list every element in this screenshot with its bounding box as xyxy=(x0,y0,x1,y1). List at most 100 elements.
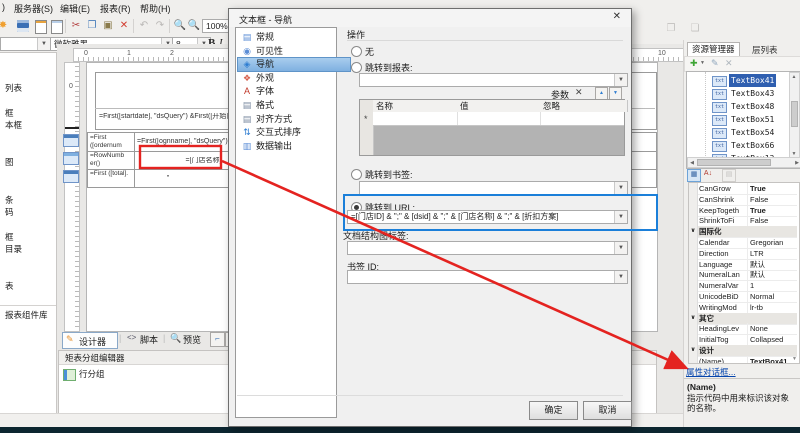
menu-item[interactable]: 编辑(E) xyxy=(60,2,90,15)
tree-item-TextBox48[interactable]: txtTextBox48 xyxy=(688,100,788,113)
toolbox-item[interactable]: 图 xyxy=(5,156,14,168)
grid-scroll-down-icon[interactable]: ▼ xyxy=(791,356,798,362)
toolbox-item[interactable]: 框 xyxy=(5,231,14,243)
redo-button[interactable]: ↷ xyxy=(153,19,167,33)
toolbox-item[interactable]: 目录 xyxy=(5,243,22,255)
tree-item-TextBox66[interactable]: txtTextBox66 xyxy=(688,139,788,152)
table-cell[interactable]: " xyxy=(158,175,178,185)
table-cell[interactable]: =First ([total]. xyxy=(90,170,133,186)
categorize-icon[interactable]: ▦ xyxy=(687,169,701,182)
param-col-header[interactable]: 值 xyxy=(457,100,544,112)
save-button[interactable] xyxy=(16,19,30,33)
dialog-nav-item-数据输出[interactable]: ▥数据输出 xyxy=(238,140,350,153)
property-value[interactable]: TextBox41 xyxy=(747,356,789,364)
menu-item[interactable]: 帮助(H) xyxy=(140,2,171,15)
delete-button[interactable]: ✕ xyxy=(117,19,131,33)
property-value[interactable]: 默认 xyxy=(747,259,789,270)
toggle-grid-button[interactable]: ⌐ xyxy=(210,332,225,347)
property-dialog-link[interactable]: 属性对话框... xyxy=(686,366,736,378)
dialog-nav-item-可见性[interactable]: ◉可见性 xyxy=(238,45,350,58)
doc-map-combo[interactable]: ▼ xyxy=(347,241,628,255)
params-delete-icon[interactable]: ✕ xyxy=(575,87,583,98)
tree-item-TextBox41[interactable]: txtTextBox41 xyxy=(688,74,788,87)
report-combo[interactable]: ▼ xyxy=(359,73,628,87)
tree-hscrollbar[interactable]: ◀ ▶ xyxy=(687,157,800,168)
dialog-nav-item-格式[interactable]: ▤格式 xyxy=(238,99,350,112)
zoom-out-icon[interactable]: 🔍 xyxy=(173,19,187,33)
cancel-button[interactable]: 取消 xyxy=(583,401,632,420)
property-value[interactable]: Normal xyxy=(747,291,789,302)
toolbox-item[interactable]: 列表 xyxy=(5,82,22,94)
toolbox-item[interactable]: 框 xyxy=(5,107,14,119)
dialog-nav-item-交互式排序[interactable]: ⇅交互式排序 xyxy=(238,126,350,139)
property-value[interactable]: Collapsed xyxy=(747,334,789,345)
add-icon[interactable]: ✚ xyxy=(690,58,698,69)
toolbox-item[interactable]: 本框 xyxy=(5,119,22,131)
tree-item-TextBox54[interactable]: txtTextBox54 xyxy=(688,126,788,139)
style-combo[interactable]: ▼ xyxy=(0,37,51,51)
toolbox-footer-report-library[interactable]: 报表组件库 xyxy=(5,309,48,321)
property-value[interactable]: lr-tb xyxy=(747,302,789,313)
radio-jump-report[interactable] xyxy=(351,62,362,73)
menu-item[interactable]: ) xyxy=(2,2,5,12)
dialog-nav-item-外观[interactable]: ❖外观 xyxy=(238,72,350,85)
toolbox-item[interactable]: 条 xyxy=(5,194,14,206)
property-value[interactable]: None xyxy=(747,323,789,334)
app-icon[interactable]: ✸ xyxy=(0,19,10,33)
property-row[interactable]: (Name)TextBox41 xyxy=(689,356,797,364)
toolbox-item[interactable]: 表 xyxy=(5,280,14,292)
param-col-header[interactable]: 名称 xyxy=(373,100,461,112)
ok-button[interactable]: 确定 xyxy=(529,401,578,420)
property-value[interactable]: False xyxy=(747,194,789,205)
sort-az-icon[interactable]: A↓ xyxy=(702,169,714,180)
cut-button[interactable]: ✂ xyxy=(69,19,83,33)
chevron-down-icon[interactable]: ▼ xyxy=(700,60,705,66)
tab-preview[interactable]: 预览 xyxy=(183,333,201,346)
row-handle-icon[interactable] xyxy=(63,134,79,147)
tree-item-TextBox43[interactable]: txtTextBox43 xyxy=(688,87,788,100)
property-value[interactable]: 默认 xyxy=(747,269,789,280)
table-cell[interactable]: =RowNumb er() xyxy=(90,152,133,168)
tab-script[interactable]: 脚本 xyxy=(140,333,158,346)
tab-layer-list[interactable]: 层列表 xyxy=(748,44,782,56)
new-page-button[interactable] xyxy=(33,19,47,33)
tab-designer[interactable]: ✎ 设计器 xyxy=(62,332,118,349)
row-handle-icon[interactable] xyxy=(63,152,79,165)
dialog-nav-item-字体[interactable]: A字体 xyxy=(238,85,350,98)
new-page2-button[interactable] xyxy=(49,19,63,33)
menu-item[interactable]: 服务器(S) xyxy=(14,2,53,15)
radio-none[interactable] xyxy=(351,46,362,57)
property-value[interactable]: True xyxy=(747,183,789,194)
param-new-row[interactable] xyxy=(373,112,624,126)
undo-button[interactable]: ↶ xyxy=(137,19,151,33)
collapse-icon[interactable]: ∨ xyxy=(689,226,698,237)
menu-item[interactable]: 报表(R) xyxy=(100,2,131,15)
property-value[interactable]: False xyxy=(747,215,789,226)
paste-button[interactable]: ▣ xyxy=(101,19,115,33)
toolbox-item[interactable]: 码 xyxy=(5,206,14,218)
property-value[interactable]: LTR xyxy=(747,248,789,259)
param-col-header[interactable]: 忽略 xyxy=(540,100,628,112)
dialog-nav-item-常规[interactable]: ▤常规 xyxy=(238,31,350,44)
bookmark-combo[interactable]: ▼ xyxy=(359,181,628,195)
tree-vscrollbar[interactable]: ▲ ▼ xyxy=(789,72,800,159)
collapse-icon[interactable]: ∨ xyxy=(689,345,698,356)
collapse-icon[interactable]: ∨ xyxy=(689,313,698,324)
table-cell[interactable]: =First ([ordernum xyxy=(90,134,133,150)
layers-icon[interactable]: ❐ xyxy=(664,22,678,36)
row-handle-icon[interactable] xyxy=(63,170,79,183)
copy-button[interactable]: ❐ xyxy=(85,19,99,33)
property-value[interactable]: Gregorian xyxy=(747,237,789,248)
dialog-nav-item-对齐方式[interactable]: ▤对齐方式 xyxy=(238,113,350,126)
dialog-titlebar[interactable]: 文本框 - 导航 ✕ xyxy=(229,9,631,27)
close-icon[interactable]: ✕ xyxy=(613,11,621,22)
group-icon[interactable]: ❏ xyxy=(688,22,702,36)
tree-item-TextBox51[interactable]: txtTextBox51 xyxy=(688,113,788,126)
zoom-in-icon[interactable]: 🔍 xyxy=(187,19,201,33)
property-pages-icon[interactable]: ▤ xyxy=(722,169,736,182)
tab-resource-manager[interactable]: 资源管理器 xyxy=(687,42,740,57)
radio-jump-bookmark[interactable] xyxy=(351,169,362,180)
property-value[interactable]: True xyxy=(747,205,789,216)
edit-pencil-icon[interactable]: ✎ xyxy=(711,58,719,69)
delete-x-icon[interactable]: ✕ xyxy=(725,58,733,69)
